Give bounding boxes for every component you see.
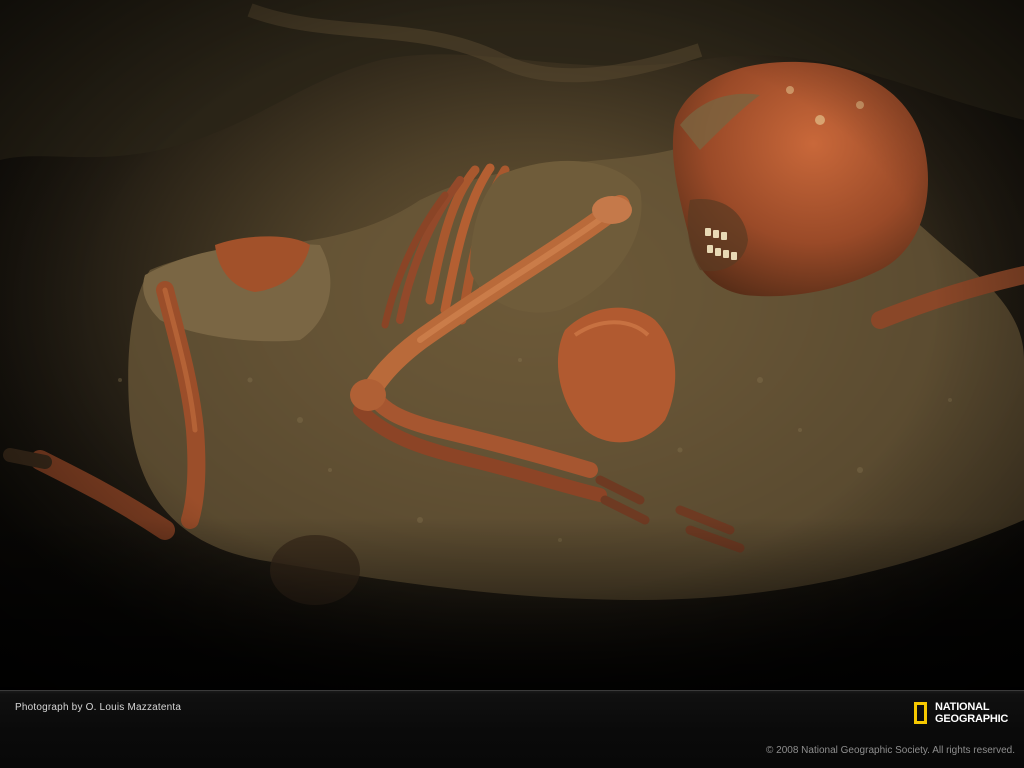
logo-line-1: NATIONAL <box>935 701 990 713</box>
national-geographic-logo: NATIONAL GEOGRAPHIC <box>914 701 1014 731</box>
skeleton-photograph <box>0 0 1024 690</box>
yellow-border-icon <box>914 702 927 724</box>
logo-wordmark: NATIONAL GEOGRAPHIC <box>935 701 1008 725</box>
logo-line-2: GEOGRAPHIC <box>935 713 1009 725</box>
photo-credit: Photograph by O. Louis Mazzatenta <box>15 702 182 713</box>
photo-illustration <box>0 0 1024 690</box>
copyright-notice: © 2008 National Geographic Society. All … <box>766 745 1015 756</box>
wallpaper-frame: Photograph by O. Louis Mazzatenta NATION… <box>0 0 1024 768</box>
caption-bar: Photograph by O. Louis Mazzatenta NATION… <box>0 690 1024 768</box>
